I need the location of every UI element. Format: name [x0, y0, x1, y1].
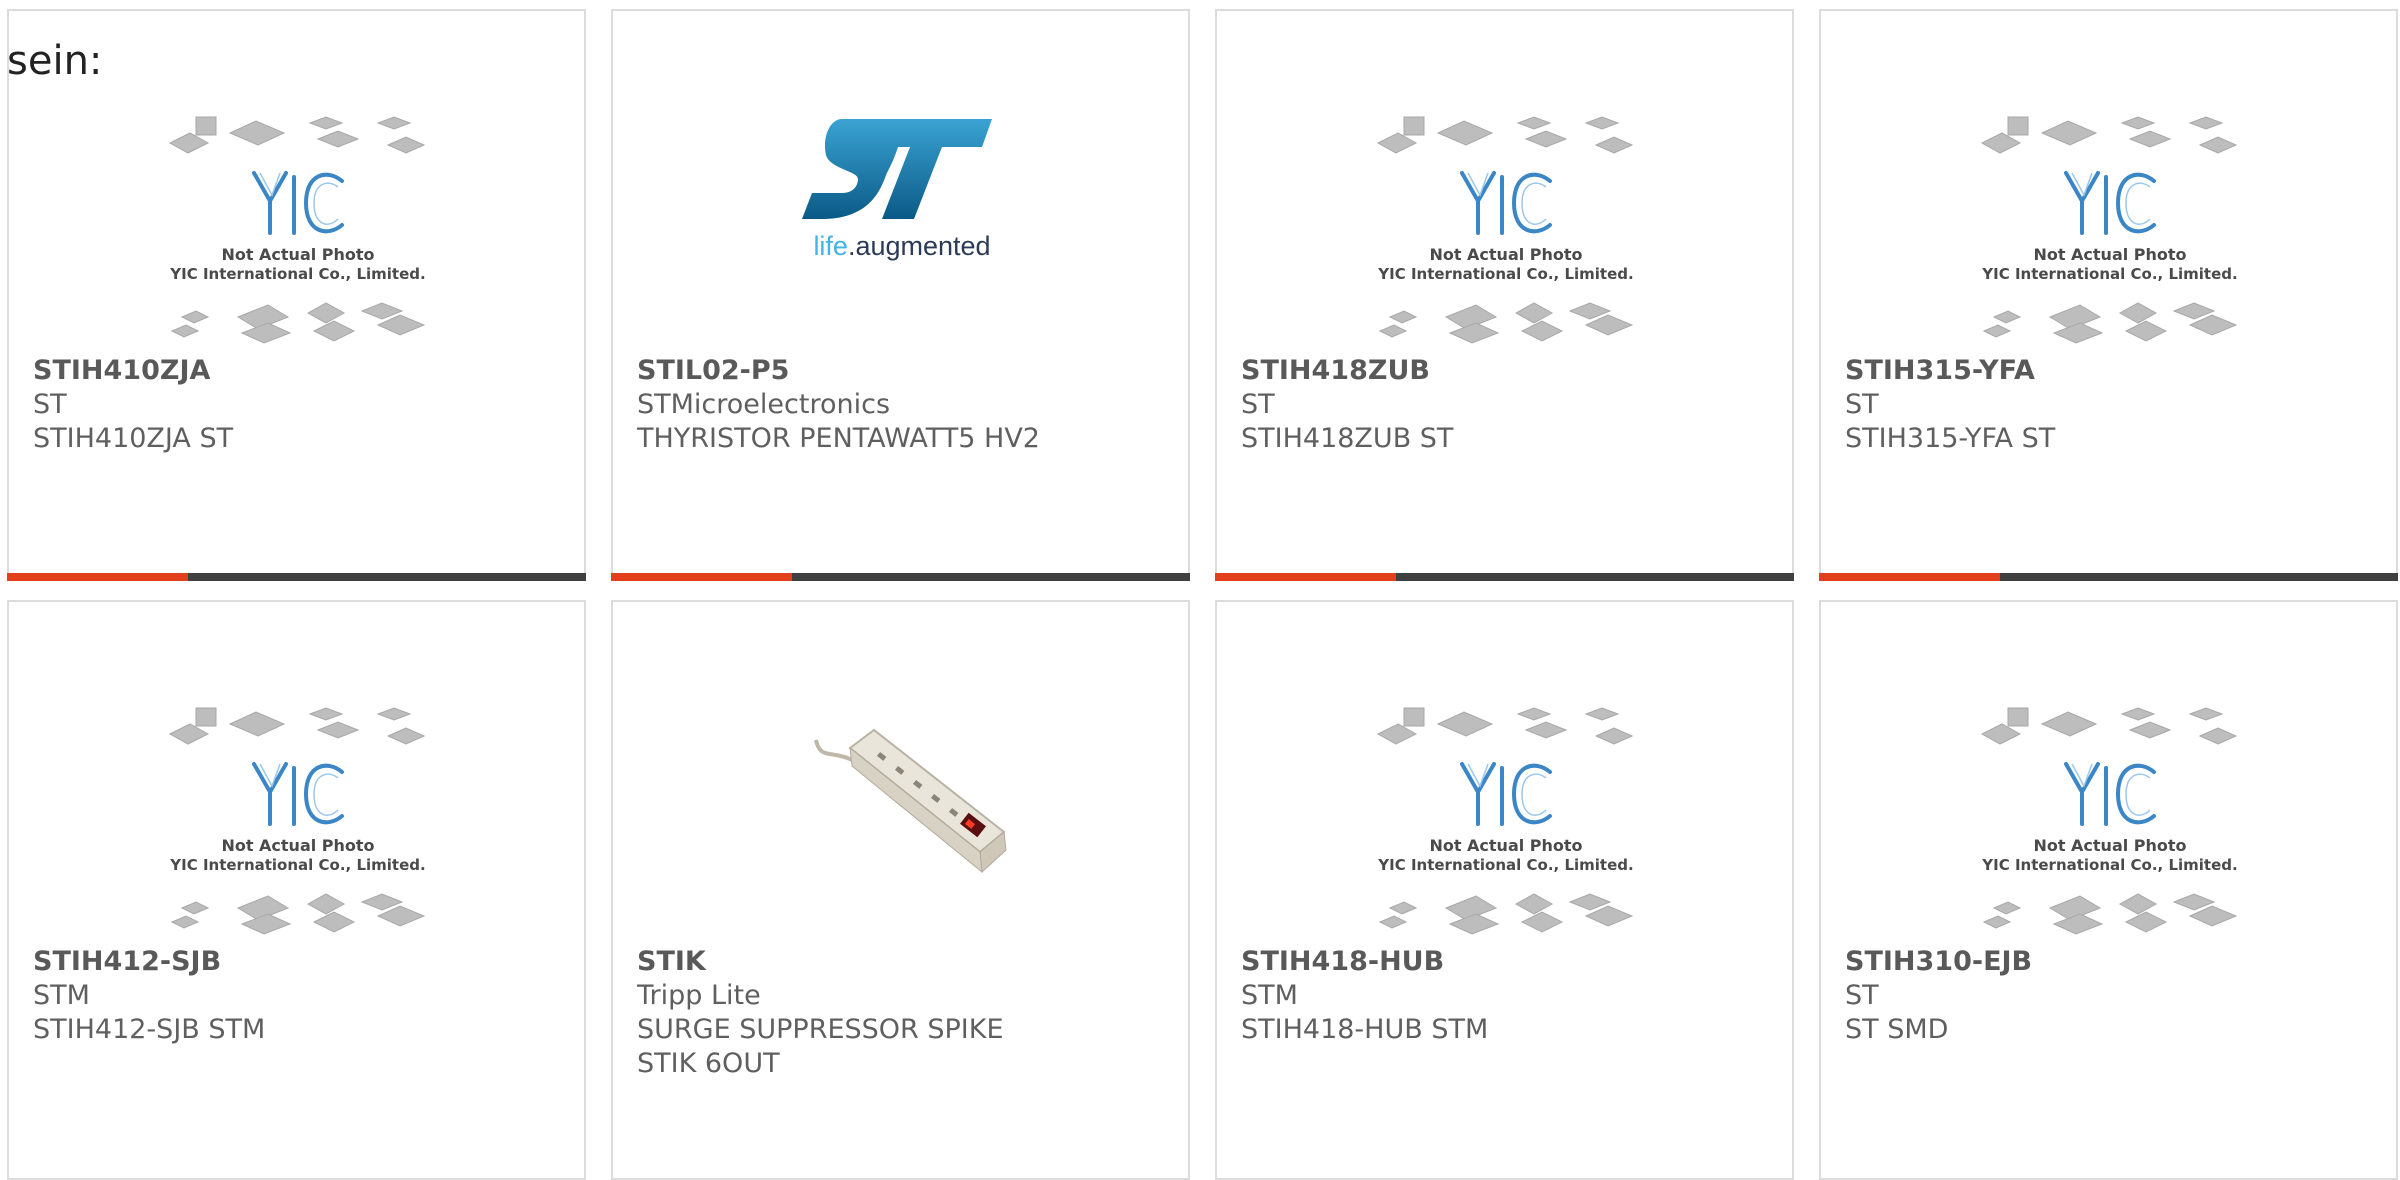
placeholder-line2: YIC International Co., Limited.: [170, 265, 426, 283]
yic-logo-icon: [1460, 171, 1552, 235]
product-card-stih418-hub[interactable]: Not Actual Photo YIC International Co., …: [1215, 600, 1794, 1180]
product-image: [772, 690, 1032, 930]
chip-cluster-icon: [1982, 893, 2238, 935]
product-info: STIH412-SJB STM STIH412-SJB STM: [33, 945, 560, 1047]
yic-logo-icon: [252, 171, 344, 235]
product-manufacturer: STM: [33, 980, 90, 1011]
card-accent-bar: [7, 573, 586, 581]
product-part-number[interactable]: STIH412-SJB: [33, 945, 560, 979]
product-part-number[interactable]: STIK: [637, 945, 1164, 979]
product-info: STIH410ZJA ST STIH410ZJA ST: [33, 354, 560, 456]
chip-cluster-icon: [168, 116, 426, 154]
placeholder-line2: YIC International Co., Limited.: [1982, 856, 2238, 874]
product-part-number[interactable]: STIH418ZUB: [1241, 354, 1768, 388]
product-image: Not Actual Photo YIC International Co., …: [1376, 99, 1636, 344]
placeholder-line1: Not Actual Photo: [221, 836, 375, 855]
product-description: STIH418-HUB STM: [1241, 1014, 1489, 1045]
product-card-stil02-p5[interactable]: life.augmented STIL02-P5 STMicroelectron…: [611, 9, 1190, 581]
product-manufacturer: ST: [33, 389, 67, 420]
product-card-stik[interactable]: STIK Tripp Lite SURGE SUPPRESSOR SPIKE S…: [611, 600, 1190, 1180]
chip-cluster-icon: [1982, 302, 2238, 344]
product-manufacturer: STM: [1241, 980, 1298, 1011]
card-accent-segment: [1215, 573, 1396, 581]
product-description: SURGE SUPPRESSOR SPIKE STIK 6OUT: [637, 1014, 1004, 1079]
chip-cluster-icon: [170, 302, 426, 344]
chip-cluster-icon: [1378, 893, 1634, 935]
product-part-number[interactable]: STIL02-P5: [637, 354, 1164, 388]
chip-cluster-icon: [1378, 302, 1634, 344]
product-image: Not Actual Photo YIC International Co., …: [168, 99, 428, 344]
placeholder-line1: Not Actual Photo: [1429, 836, 1583, 855]
yic-logo-icon: [252, 762, 344, 826]
product-info: STIH418-HUB STM STIH418-HUB STM: [1241, 945, 1768, 1047]
product-part-number[interactable]: STIH410ZJA: [33, 354, 560, 388]
card-accent-segment: [7, 573, 188, 581]
card-accent-segment: [1819, 573, 2000, 581]
card-accent-bar: [611, 573, 1190, 581]
product-card-stih315-yfa[interactable]: Not Actual Photo YIC International Co., …: [1819, 9, 2398, 581]
product-image: Not Actual Photo YIC International Co., …: [1376, 690, 1636, 935]
product-info: STIL02-P5 STMicroelectronics THYRISTOR P…: [637, 354, 1164, 456]
product-manufacturer: Tripp Lite: [637, 980, 761, 1011]
product-card-stih410zja[interactable]: Not Actual Photo YIC International Co., …: [7, 9, 586, 581]
product-description: STIH410ZJA ST: [33, 423, 234, 454]
product-image: Not Actual Photo YIC International Co., …: [1980, 99, 2240, 344]
placeholder-line2: YIC International Co., Limited.: [1982, 265, 2238, 283]
product-description: ST SMD: [1845, 1014, 1949, 1045]
placeholder-line1: Not Actual Photo: [221, 245, 375, 264]
product-info: STIH418ZUB ST STIH418ZUB ST: [1241, 354, 1768, 456]
chip-cluster-icon: [1980, 707, 2238, 745]
placeholder-line2: YIC International Co., Limited.: [1378, 856, 1634, 874]
product-image: Not Actual Photo YIC International Co., …: [168, 690, 428, 935]
st-logo-icon: [802, 119, 992, 219]
product-part-number[interactable]: STIH310-EJB: [1845, 945, 2372, 979]
product-image: life.augmented: [772, 99, 1032, 339]
product-image: Not Actual Photo YIC International Co., …: [1980, 690, 2240, 935]
product-part-number[interactable]: STIH315-YFA: [1845, 354, 2372, 388]
chip-cluster-icon: [1980, 116, 2238, 154]
product-description: STIH315-YFA ST: [1845, 423, 2056, 454]
product-manufacturer: STMicroelectronics: [637, 389, 891, 420]
product-info: STIK Tripp Lite SURGE SUPPRESSOR SPIKE S…: [637, 945, 1164, 1081]
product-manufacturer: ST: [1845, 980, 1879, 1011]
yic-logo-icon: [2064, 762, 2156, 826]
product-card-stih412-sjb[interactable]: Not Actual Photo YIC International Co., …: [7, 600, 586, 1180]
placeholder-line2: YIC International Co., Limited.: [170, 856, 426, 874]
yic-logo-icon: [2064, 171, 2156, 235]
product-description: STIH412-SJB STM: [33, 1014, 266, 1045]
product-card-stih310-ejb[interactable]: Not Actual Photo YIC International Co., …: [1819, 600, 2398, 1180]
placeholder-line1: Not Actual Photo: [1429, 245, 1583, 264]
product-info: STIH315-YFA ST STIH315-YFA ST: [1845, 354, 2372, 456]
product-part-number[interactable]: STIH418-HUB: [1241, 945, 1768, 979]
placeholder-line1: Not Actual Photo: [2033, 836, 2187, 855]
product-manufacturer: ST: [1241, 389, 1275, 420]
product-description: THYRISTOR PENTAWATT5 HV2: [637, 423, 1040, 454]
power-strip-icon: [814, 728, 1007, 874]
chip-cluster-icon: [1376, 707, 1634, 745]
product-info: STIH310-EJB ST ST SMD: [1845, 945, 2372, 1047]
yic-logo-icon: [1460, 762, 1552, 826]
chip-cluster-icon: [170, 893, 426, 935]
placeholder-line1: Not Actual Photo: [2033, 245, 2187, 264]
placeholder-line2: YIC International Co., Limited.: [1378, 265, 1634, 283]
product-description: STIH418ZUB ST: [1241, 423, 1454, 454]
chip-cluster-icon: [168, 707, 426, 745]
card-accent-segment: [611, 573, 792, 581]
chip-cluster-icon: [1376, 116, 1634, 154]
st-logo-tagline: life.augmented: [813, 231, 991, 261]
product-manufacturer: ST: [1845, 389, 1879, 420]
card-accent-bar: [1215, 573, 1794, 581]
card-accent-bar: [1819, 573, 2398, 581]
intro-text: sein:: [7, 38, 103, 84]
product-card-stih418zub[interactable]: Not Actual Photo YIC International Co., …: [1215, 9, 1794, 581]
